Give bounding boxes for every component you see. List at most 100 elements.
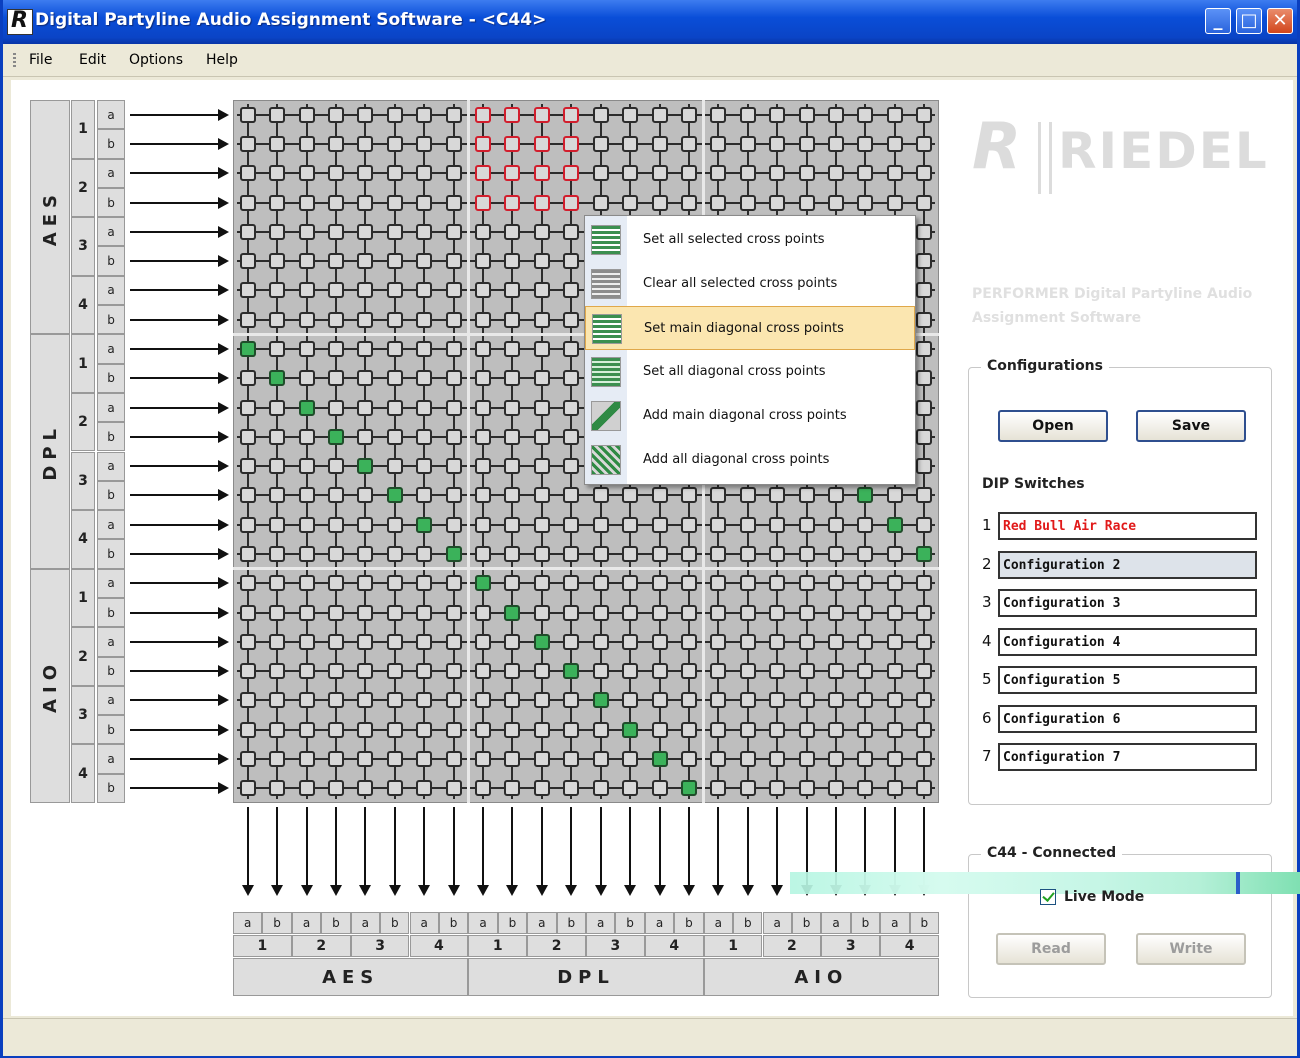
cross-point[interactable] [298, 135, 315, 152]
cross-point[interactable] [445, 399, 462, 416]
cross-point[interactable] [857, 546, 874, 563]
cross-point[interactable] [357, 516, 374, 533]
cross-point[interactable] [298, 546, 315, 563]
cross-point[interactable] [327, 340, 344, 357]
cross-point[interactable] [327, 516, 344, 533]
cross-point[interactable] [798, 106, 815, 123]
cross-point[interactable] [916, 780, 933, 797]
cross-point[interactable] [592, 546, 609, 563]
cross-point[interactable] [857, 487, 874, 504]
cross-point[interactable] [533, 780, 550, 797]
cross-point[interactable] [622, 194, 639, 211]
cross-point[interactable] [916, 692, 933, 709]
cross-point[interactable] [475, 604, 492, 621]
cross-point[interactable] [269, 428, 286, 445]
cross-point[interactable] [592, 780, 609, 797]
cross-point[interactable] [533, 135, 550, 152]
cross-point[interactable] [504, 106, 521, 123]
cross-point[interactable] [298, 780, 315, 797]
cross-point[interactable] [710, 516, 727, 533]
cross-point[interactable] [798, 135, 815, 152]
cross-point[interactable] [327, 546, 344, 563]
cross-point[interactable] [828, 516, 845, 533]
cross-point[interactable] [475, 721, 492, 738]
cross-point[interactable] [327, 282, 344, 299]
cross-point[interactable] [327, 194, 344, 211]
cross-point[interactable] [327, 428, 344, 445]
cross-point[interactable] [327, 458, 344, 475]
cross-point[interactable] [416, 253, 433, 270]
cross-point[interactable] [622, 106, 639, 123]
cross-point[interactable] [533, 663, 550, 680]
menu-edit[interactable]: Edit [79, 52, 106, 68]
cross-point[interactable] [416, 663, 433, 680]
cross-point[interactable] [739, 194, 756, 211]
cross-point[interactable] [386, 135, 403, 152]
cross-point[interactable] [327, 751, 344, 768]
cross-point[interactable] [504, 692, 521, 709]
context-menu-item[interactable]: Set all selected cross points [585, 218, 915, 262]
menu-help[interactable]: Help [206, 52, 238, 68]
dip-switch-config-field[interactable]: Configuration 7 [998, 743, 1257, 771]
cross-point[interactable] [327, 253, 344, 270]
cross-point[interactable] [769, 135, 786, 152]
cross-point[interactable] [680, 721, 697, 738]
cross-point[interactable] [769, 106, 786, 123]
cross-point[interactable] [504, 721, 521, 738]
cross-point[interactable] [386, 458, 403, 475]
cross-point[interactable] [563, 223, 580, 240]
cross-point[interactable] [857, 194, 874, 211]
cross-point[interactable] [886, 780, 903, 797]
cross-point[interactable] [592, 604, 609, 621]
cross-point[interactable] [563, 135, 580, 152]
cross-point[interactable] [622, 487, 639, 504]
cross-point[interactable] [239, 751, 256, 768]
cross-point[interactable] [828, 721, 845, 738]
cross-point[interactable] [769, 516, 786, 533]
cross-point[interactable] [916, 633, 933, 650]
cross-point[interactable] [327, 370, 344, 387]
cross-point[interactable] [416, 575, 433, 592]
cross-point[interactable] [533, 311, 550, 328]
cross-point[interactable] [533, 165, 550, 182]
cross-point[interactable] [357, 106, 374, 123]
cross-point[interactable] [533, 428, 550, 445]
cross-point[interactable] [269, 399, 286, 416]
cross-point[interactable] [298, 428, 315, 445]
cross-point[interactable] [298, 165, 315, 182]
cross-point[interactable] [592, 194, 609, 211]
cross-point[interactable] [916, 253, 933, 270]
cross-point[interactable] [445, 253, 462, 270]
cross-point[interactable] [475, 106, 492, 123]
cross-point[interactable] [916, 487, 933, 504]
cross-point[interactable] [386, 633, 403, 650]
cross-point[interactable] [357, 633, 374, 650]
cross-point[interactable] [239, 692, 256, 709]
read-button[interactable]: Read [996, 933, 1106, 965]
cross-point[interactable] [680, 487, 697, 504]
cross-point[interactable] [651, 604, 668, 621]
cross-point[interactable] [533, 223, 550, 240]
cross-point[interactable] [857, 780, 874, 797]
cross-point[interactable] [475, 194, 492, 211]
cross-point[interactable] [563, 516, 580, 533]
cross-point[interactable] [533, 633, 550, 650]
cross-point[interactable] [239, 282, 256, 299]
live-mode-checkbox[interactable] [1040, 889, 1056, 905]
cross-point[interactable] [298, 692, 315, 709]
cross-point[interactable] [269, 458, 286, 475]
cross-point[interactable] [386, 575, 403, 592]
cross-point[interactable] [916, 106, 933, 123]
cross-point[interactable] [769, 633, 786, 650]
cross-point[interactable] [475, 780, 492, 797]
cross-point[interactable] [651, 135, 668, 152]
cross-point[interactable] [357, 370, 374, 387]
cross-point[interactable] [269, 106, 286, 123]
cross-point[interactable] [504, 135, 521, 152]
cross-point[interactable] [798, 692, 815, 709]
cross-point[interactable] [327, 692, 344, 709]
cross-point[interactable] [680, 780, 697, 797]
dip-switch-config-field[interactable]: Red Bull Air Race [998, 512, 1257, 540]
cross-point[interactable] [475, 370, 492, 387]
cross-point[interactable] [680, 604, 697, 621]
